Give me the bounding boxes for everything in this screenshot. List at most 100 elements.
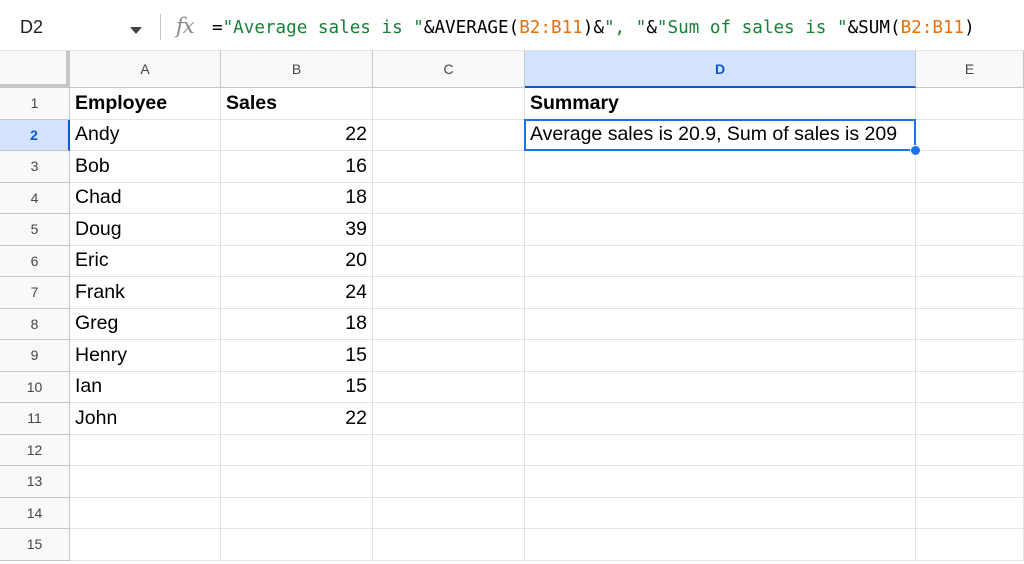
row-header-8[interactable]: 8	[0, 308, 70, 340]
row-header-4[interactable]: 4	[0, 182, 70, 214]
cell-a3[interactable]: Bob	[70, 151, 221, 183]
cell-b13[interactable]	[221, 466, 373, 498]
formula-input[interactable]: ="Average sales is "&AVERAGE(B2:B11)&", …	[212, 18, 975, 38]
cell-d7[interactable]	[525, 277, 916, 309]
row-header-2[interactable]: 2	[0, 119, 70, 151]
cell-c7[interactable]	[373, 277, 525, 309]
cell-e2[interactable]	[916, 119, 1024, 151]
row-header-6[interactable]: 6	[0, 245, 70, 277]
cell-a15[interactable]	[70, 529, 221, 561]
cell-e11[interactable]	[916, 403, 1024, 435]
cell-b1[interactable]: Sales	[221, 88, 373, 120]
cell-b5[interactable]: 39	[221, 214, 373, 246]
cell-e15[interactable]	[916, 529, 1024, 561]
row-header-3[interactable]: 3	[0, 151, 70, 183]
cell-c10[interactable]	[373, 371, 525, 403]
cell-b3[interactable]: 16	[221, 151, 373, 183]
cell-d9[interactable]	[525, 340, 916, 372]
cell-d11[interactable]	[525, 403, 916, 435]
row-header-13[interactable]: 13	[0, 466, 70, 498]
cell-d15[interactable]	[525, 529, 916, 561]
cell-d3[interactable]	[525, 151, 916, 183]
cell-d5[interactable]	[525, 214, 916, 246]
row-header-5[interactable]: 5	[0, 214, 70, 246]
cell-a14[interactable]	[70, 497, 221, 529]
column-header-d[interactable]: D	[525, 51, 916, 88]
cell-e10[interactable]	[916, 371, 1024, 403]
cell-b15[interactable]	[221, 529, 373, 561]
cell-c12[interactable]	[373, 434, 525, 466]
cell-a12[interactable]	[70, 434, 221, 466]
cell-e4[interactable]	[916, 182, 1024, 214]
row-header-7[interactable]: 7	[0, 277, 70, 309]
row-header-12[interactable]: 12	[0, 434, 70, 466]
cell-a11[interactable]: John	[70, 403, 221, 435]
cell-b2[interactable]: 22	[221, 119, 373, 151]
cell-c2[interactable]	[373, 119, 525, 151]
cell-c11[interactable]	[373, 403, 525, 435]
cell-e5[interactable]	[916, 214, 1024, 246]
cell-c14[interactable]	[373, 497, 525, 529]
cell-e14[interactable]	[916, 497, 1024, 529]
cell-e8[interactable]	[916, 308, 1024, 340]
cell-e7[interactable]	[916, 277, 1024, 309]
fill-handle[interactable]	[910, 145, 921, 156]
cell-a1[interactable]: Employee	[70, 88, 221, 120]
cell-c1[interactable]	[373, 88, 525, 120]
column-header-c[interactable]: C	[373, 51, 525, 88]
cell-a5[interactable]: Doug	[70, 214, 221, 246]
cell-e1[interactable]	[916, 88, 1024, 120]
row-header-14[interactable]: 14	[0, 497, 70, 529]
cell-e9[interactable]	[916, 340, 1024, 372]
cell-a2[interactable]: Andy	[70, 119, 221, 151]
cell-b6[interactable]: 20	[221, 245, 373, 277]
cell-e12[interactable]	[916, 434, 1024, 466]
row-header-9[interactable]: 9	[0, 340, 70, 372]
cell-c5[interactable]	[373, 214, 525, 246]
cell-d4[interactable]	[525, 182, 916, 214]
row-header-11[interactable]: 11	[0, 403, 70, 435]
column-header-b[interactable]: B	[221, 51, 373, 88]
cell-a13[interactable]	[70, 466, 221, 498]
cell-a6[interactable]: Eric	[70, 245, 221, 277]
cell-b12[interactable]	[221, 434, 373, 466]
cell-a10[interactable]: Ian	[70, 371, 221, 403]
name-box-ref[interactable]: D2	[20, 17, 43, 38]
column-header-e[interactable]: E	[916, 51, 1024, 88]
cell-d13[interactable]	[525, 466, 916, 498]
cell-b11[interactable]: 22	[221, 403, 373, 435]
cell-c9[interactable]	[373, 340, 525, 372]
cell-d10[interactable]	[525, 371, 916, 403]
cell-b8[interactable]: 18	[221, 308, 373, 340]
cell-c15[interactable]	[373, 529, 525, 561]
name-box[interactable]: D2	[0, 0, 160, 51]
cell-c6[interactable]	[373, 245, 525, 277]
cell-a7[interactable]: Frank	[70, 277, 221, 309]
cell-a9[interactable]: Henry	[70, 340, 221, 372]
select-all-corner[interactable]	[0, 51, 70, 88]
row-header-15[interactable]: 15	[0, 529, 70, 561]
cell-a4[interactable]: Chad	[70, 182, 221, 214]
cell-c8[interactable]	[373, 308, 525, 340]
row-header-10[interactable]: 10	[0, 371, 70, 403]
cell-e13[interactable]	[916, 466, 1024, 498]
cell-c4[interactable]	[373, 182, 525, 214]
cell-b7[interactable]: 24	[221, 277, 373, 309]
cell-e6[interactable]	[916, 245, 1024, 277]
cell-d6[interactable]	[525, 245, 916, 277]
cell-e3[interactable]	[916, 151, 1024, 183]
cell-c13[interactable]	[373, 466, 525, 498]
cell-d8[interactable]	[525, 308, 916, 340]
cell-c3[interactable]	[373, 151, 525, 183]
cell-d1[interactable]: Summary	[525, 88, 916, 120]
cell-d2[interactable]: Average sales is 20.9, Sum of sales is 2…	[525, 119, 916, 151]
row-header-1[interactable]: 1	[0, 88, 70, 120]
cell-b10[interactable]: 15	[221, 371, 373, 403]
cell-b14[interactable]	[221, 497, 373, 529]
cell-a8[interactable]: Greg	[70, 308, 221, 340]
cell-b4[interactable]: 18	[221, 182, 373, 214]
cell-d12[interactable]	[525, 434, 916, 466]
column-header-a[interactable]: A	[70, 51, 221, 88]
cell-b9[interactable]: 15	[221, 340, 373, 372]
cell-d14[interactable]	[525, 497, 916, 529]
